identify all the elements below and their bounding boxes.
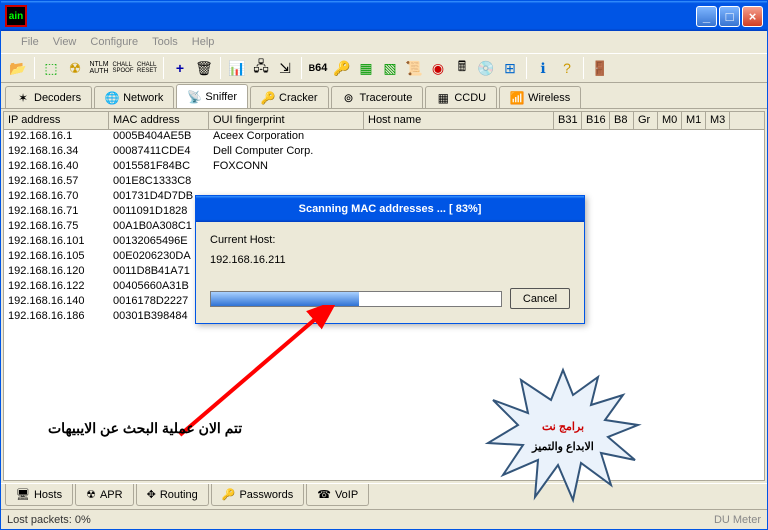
column-header[interactable]: B31 (554, 112, 582, 129)
ntlm-icon[interactable]: NTLMAUTH (88, 57, 110, 79)
current-host-label: Current Host: (210, 234, 570, 246)
column-header[interactable]: B8 (610, 112, 634, 129)
open-icon[interactable]: 📂 (7, 57, 29, 79)
table-row[interactable]: 192.168.16.400015581F84BCFOXCONN (4, 160, 764, 175)
menu-help[interactable]: Help (192, 36, 215, 48)
info-icon[interactable]: ℹ (532, 57, 554, 79)
box2-icon[interactable]: ▧ (379, 57, 401, 79)
decoders-icon: ✶ (16, 91, 30, 105)
statusbar: Lost packets: 0% DU Meter (1, 509, 767, 529)
scan-dialog: Scanning MAC addresses ... [ 83%] Curren… (195, 195, 585, 324)
table-row[interactable]: 192.168.16.10005B404AE5BAceex Corporatio… (4, 130, 764, 145)
column-header[interactable]: Gr (634, 112, 658, 129)
tab-ccdu[interactable]: ▦CCDU (425, 86, 497, 108)
chart-icon[interactable]: 📊 (226, 57, 248, 79)
routing-icon: ✥ (147, 488, 156, 501)
menubar: File View Configure Tools Help (1, 31, 767, 53)
column-header[interactable]: OUI fingerprint (209, 112, 364, 129)
progress-bar (210, 291, 502, 307)
cd-icon[interactable]: 💿 (475, 57, 497, 79)
add-icon[interactable]: + (169, 57, 191, 79)
tab-sniffer[interactable]: 📡Sniffer (176, 84, 248, 108)
passwords-icon: 🔑 (222, 488, 236, 501)
toolbar: 📂 ⬚ ☢ NTLMAUTH CHALLSPOOF CHALLRESET + 🗑… (1, 53, 767, 83)
calc-icon[interactable]: 🖩 (451, 57, 473, 79)
wireless-icon: 📶 (510, 91, 524, 105)
status-left: Lost packets: 0% (7, 514, 91, 526)
column-headers[interactable]: IP addressMAC addressOUI fingerprintHost… (4, 112, 764, 130)
radiation-icon[interactable]: ☢ (64, 57, 86, 79)
column-header[interactable]: Host name (364, 112, 554, 129)
delete-icon[interactable]: 🗑 (193, 57, 215, 79)
help-icon[interactable]: ? (556, 57, 578, 79)
tab-traceroute[interactable]: ⊚Traceroute (331, 86, 424, 108)
key-icon[interactable]: 🔑 (331, 57, 353, 79)
tab-decoders[interactable]: ✶Decoders (5, 86, 92, 108)
ccdu-icon: ▦ (436, 91, 450, 105)
column-header[interactable]: M3 (706, 112, 730, 129)
dialog-title[interactable]: Scanning MAC addresses ... [ 83%] (196, 196, 584, 222)
column-header[interactable]: M0 (658, 112, 682, 129)
column-header[interactable]: B16 (582, 112, 610, 129)
menu-file[interactable]: File (21, 36, 39, 48)
bottom-tab-hosts[interactable]: 🖥Hosts (5, 484, 73, 506)
export-icon[interactable]: ⇲ (274, 57, 296, 79)
network-icon: 🌐 (105, 91, 119, 105)
chall-reset-icon[interactable]: CHALLRESET (136, 57, 158, 79)
chall-spoof-icon[interactable]: CHALLSPOOF (112, 57, 134, 79)
tab-cracker[interactable]: 🔑Cracker (250, 86, 329, 108)
bottom-tab-passwords[interactable]: 🔑Passwords (211, 484, 305, 506)
bottom-tab-apr[interactable]: ☢APR (75, 484, 134, 506)
net-icon[interactable]: 🖧 (250, 57, 272, 79)
column-header[interactable]: IP address (4, 112, 109, 129)
cert-icon[interactable]: 📜 (403, 57, 425, 79)
cracker-icon: 🔑 (261, 91, 275, 105)
menu-view[interactable]: View (53, 36, 77, 48)
seal-icon[interactable]: ◉ (427, 57, 449, 79)
sniffer-icon: 📡 (187, 90, 201, 104)
tabs-bottom: 🖥Hosts☢APR✥Routing🔑Passwords☎VoIP (1, 483, 767, 509)
voip-icon: ☎ (317, 488, 331, 501)
progress-fill (211, 292, 359, 306)
b64-icon[interactable]: B64 (307, 57, 329, 79)
titlebar[interactable]: ain _ □ × (1, 1, 767, 31)
status-right: DU Meter (714, 514, 761, 526)
exit-icon[interactable]: 🚪 (589, 57, 611, 79)
tab-network[interactable]: 🌐Network (94, 86, 174, 108)
column-header[interactable]: MAC address (109, 112, 209, 129)
box1-icon[interactable]: ▦ (355, 57, 377, 79)
hosts-icon: 🖥 (16, 488, 30, 501)
adapter-icon[interactable]: ⬚ (40, 57, 62, 79)
menu-configure[interactable]: Configure (90, 36, 138, 48)
bottom-tab-voip[interactable]: ☎VoIP (306, 484, 369, 506)
app-icon: ain (5, 5, 27, 27)
minimize-button[interactable]: _ (696, 6, 717, 27)
hash-icon[interactable]: ⊞ (499, 57, 521, 79)
table-row[interactable]: 192.168.16.3400087411CDE4Dell Computer C… (4, 145, 764, 160)
table-row[interactable]: 192.168.16.57001E8C1333C8 (4, 175, 764, 190)
close-button[interactable]: × (742, 6, 763, 27)
menu-tools[interactable]: Tools (152, 36, 178, 48)
bottom-tab-routing[interactable]: ✥Routing (136, 484, 209, 506)
apr-icon: ☢ (86, 488, 96, 501)
current-host-value: 192.168.16.211 (210, 254, 570, 266)
tab-wireless[interactable]: 📶Wireless (499, 86, 581, 108)
maximize-button[interactable]: □ (719, 6, 740, 27)
cancel-button[interactable]: Cancel (510, 288, 570, 309)
traceroute-icon: ⊚ (342, 91, 356, 105)
column-header[interactable]: M1 (682, 112, 706, 129)
tabs-top: ✶Decoders🌐Network📡Sniffer🔑Cracker⊚Tracer… (1, 83, 767, 109)
